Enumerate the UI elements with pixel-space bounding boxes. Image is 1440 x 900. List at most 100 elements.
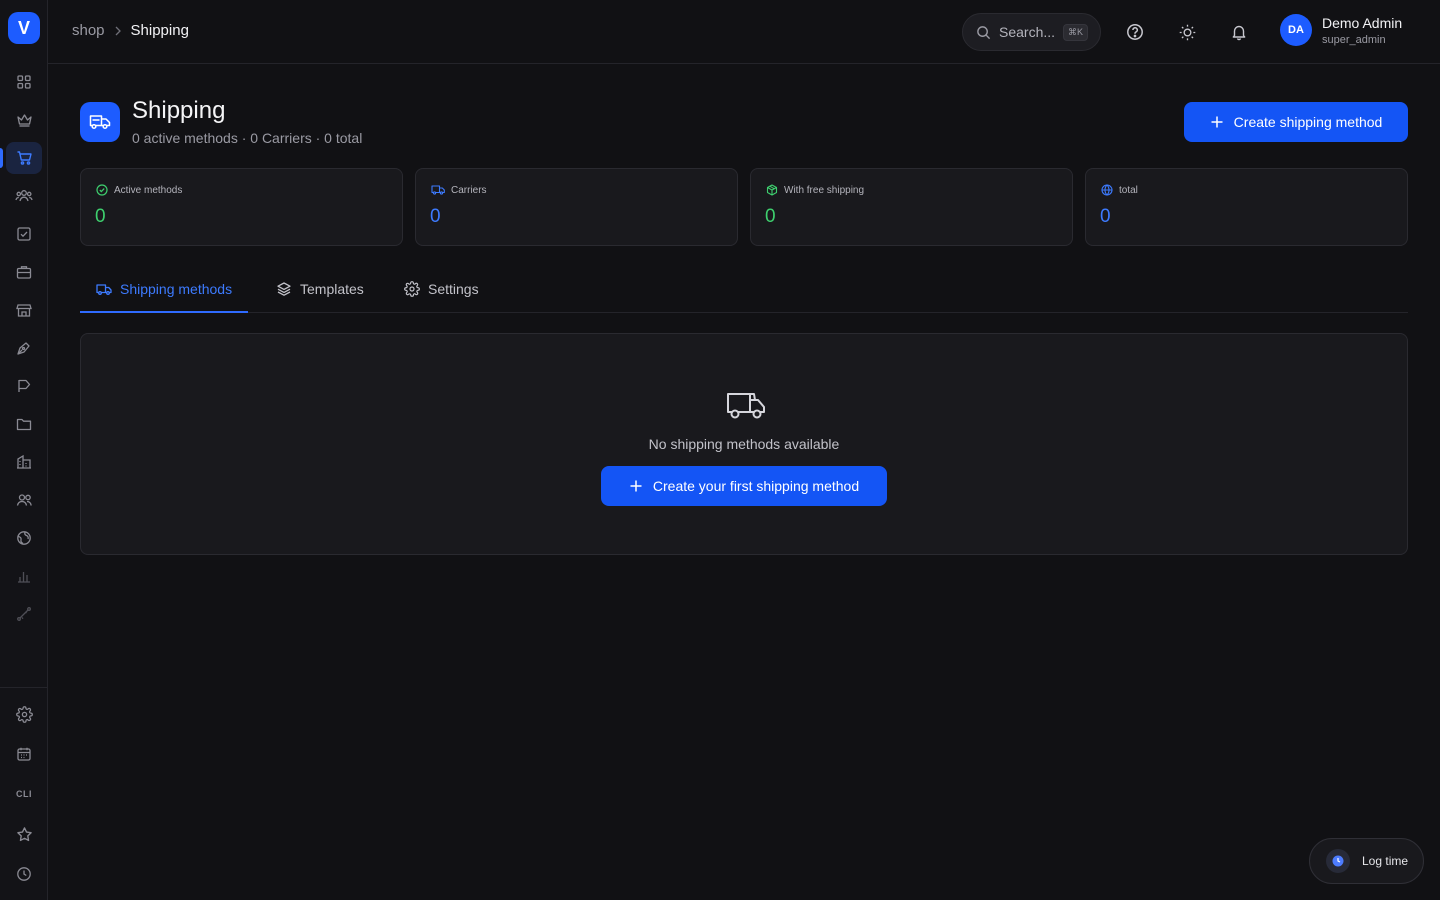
stat-label: With free shipping (784, 184, 865, 196)
breadcrumb: shop Shipping (72, 22, 189, 39)
sidebar-item-team[interactable] (6, 180, 42, 212)
cart-icon (17, 151, 32, 165)
user-role: super_admin (1322, 33, 1386, 46)
checkbox-icon (17, 227, 31, 241)
gear-icon (404, 281, 420, 297)
tab-bar: Shipping methods Templates Settings (80, 266, 1408, 313)
crown-icon (16, 114, 32, 127)
truck-icon (96, 283, 112, 295)
create-first-shipping-method-button[interactable]: Create your first shipping method (601, 466, 887, 506)
store-icon (16, 304, 32, 317)
sidebar-item-shop[interactable] (0, 142, 42, 174)
cli-label: CLI (16, 789, 32, 799)
sidebar-item-briefcase[interactable] (6, 256, 42, 288)
sidebar-item-integrations[interactable] (6, 598, 42, 630)
search-shortcut: ⌘K (1063, 23, 1089, 41)
gear-icon (15, 705, 33, 723)
search-box[interactable]: Search... ⌘K (962, 13, 1101, 51)
plus-icon (1211, 116, 1223, 128)
tab-label: Settings (428, 281, 479, 297)
sidebar-item-crown[interactable] (6, 104, 42, 136)
truck-icon (726, 390, 766, 422)
calendar-icon (17, 747, 31, 761)
create-first-shipping-method-label: Create your first shipping method (652, 478, 860, 494)
users-icon (16, 494, 32, 506)
tab-label: Templates (300, 281, 364, 297)
tab-label: Shipping methods (120, 281, 233, 297)
globe-icon (1101, 184, 1113, 196)
create-shipping-method-button[interactable]: Create shipping method (1184, 102, 1408, 142)
folder-icon (16, 418, 32, 431)
theme-toggle-button[interactable] (1175, 20, 1199, 44)
plus-icon (630, 480, 642, 492)
page-title: Shipping (132, 97, 226, 124)
breadcrumb-shop-link[interactable]: shop (72, 22, 105, 39)
help-icon (1127, 24, 1143, 40)
sun-icon (1179, 24, 1195, 40)
briefcase-icon (16, 266, 32, 279)
sidebar: V CLI (0, 0, 48, 900)
bar-chart-icon (18, 572, 30, 583)
notifications-button[interactable] (1227, 20, 1251, 44)
sidebar-item-web[interactable] (6, 522, 42, 554)
stat-value: 0 (95, 206, 106, 227)
sidebar-item-files[interactable] (6, 408, 42, 440)
log-time-button[interactable]: Log time (1309, 838, 1424, 884)
sidebar-item-calendar[interactable] (6, 738, 42, 770)
flag-icon (18, 379, 31, 392)
check-circle-icon (96, 184, 108, 196)
stat-label: Active methods (114, 184, 183, 196)
sidebar-item-cli[interactable]: CLI (6, 778, 42, 810)
sidebar-item-design[interactable] (6, 332, 42, 364)
stat-value: 0 (1100, 206, 1111, 227)
stat-value: 0 (765, 206, 776, 227)
topbar: shop Shipping Search... ⌘K DA Demo Admin… (48, 0, 1440, 64)
create-shipping-method-label: Create shipping method (1233, 114, 1383, 130)
stat-card-active-methods: Active methods 0 (80, 168, 403, 246)
app-logo[interactable]: V (8, 12, 40, 44)
sidebar-item-dashboard[interactable] (6, 66, 42, 98)
route-icon (17, 607, 31, 621)
stat-card-free-shipping: With free shipping 0 (750, 168, 1073, 246)
sidebar-item-users[interactable] (6, 484, 42, 516)
clock-icon (17, 867, 31, 881)
sidebar-item-tasks[interactable] (6, 218, 42, 250)
user-name: Demo Admin (1322, 14, 1403, 31)
log-time-label: Log time (1362, 854, 1409, 868)
people-icon (15, 190, 33, 202)
building-icon (17, 454, 31, 469)
stat-label: Carriers (451, 184, 487, 196)
star-icon (16, 826, 32, 841)
sidebar-item-buildings[interactable] (6, 446, 42, 478)
sidebar-item-analytics[interactable] (6, 560, 42, 592)
truck-icon (431, 185, 445, 195)
user-menu[interactable]: DA Demo Admin super_admin (1280, 14, 1402, 46)
avatar: DA (1280, 14, 1312, 46)
shipping-truck-icon (80, 102, 120, 142)
tab-shipping-methods[interactable]: Shipping methods (80, 266, 249, 313)
pen-icon (17, 342, 30, 355)
breadcrumb-current: Shipping (130, 22, 189, 39)
tab-templates[interactable]: Templates (276, 266, 364, 312)
stat-label: total (1119, 184, 1138, 196)
help-button[interactable] (1123, 20, 1147, 44)
tab-settings[interactable]: Settings (404, 266, 479, 312)
empty-state-message: No shipping methods available (648, 436, 840, 452)
search-icon (977, 25, 991, 39)
sidebar-item-campaigns[interactable] (6, 370, 42, 402)
stopwatch-icon (1326, 849, 1350, 873)
sidebar-divider (0, 687, 47, 688)
stat-card-total: total 0 (1085, 168, 1408, 246)
stat-card-carriers: Carriers 0 (415, 168, 738, 246)
sidebar-item-store[interactable] (6, 294, 42, 326)
sidebar-item-history[interactable] (6, 858, 42, 890)
globe-icon (17, 531, 31, 545)
search-placeholder: Search... (999, 24, 1056, 40)
package-icon (766, 184, 778, 196)
bell-icon (1232, 25, 1246, 41)
sidebar-item-favorites[interactable] (6, 818, 42, 850)
sidebar-item-settings[interactable] (6, 698, 42, 730)
stat-value: 0 (430, 206, 441, 227)
layers-icon (277, 282, 291, 296)
chevron-right-icon (114, 26, 122, 36)
